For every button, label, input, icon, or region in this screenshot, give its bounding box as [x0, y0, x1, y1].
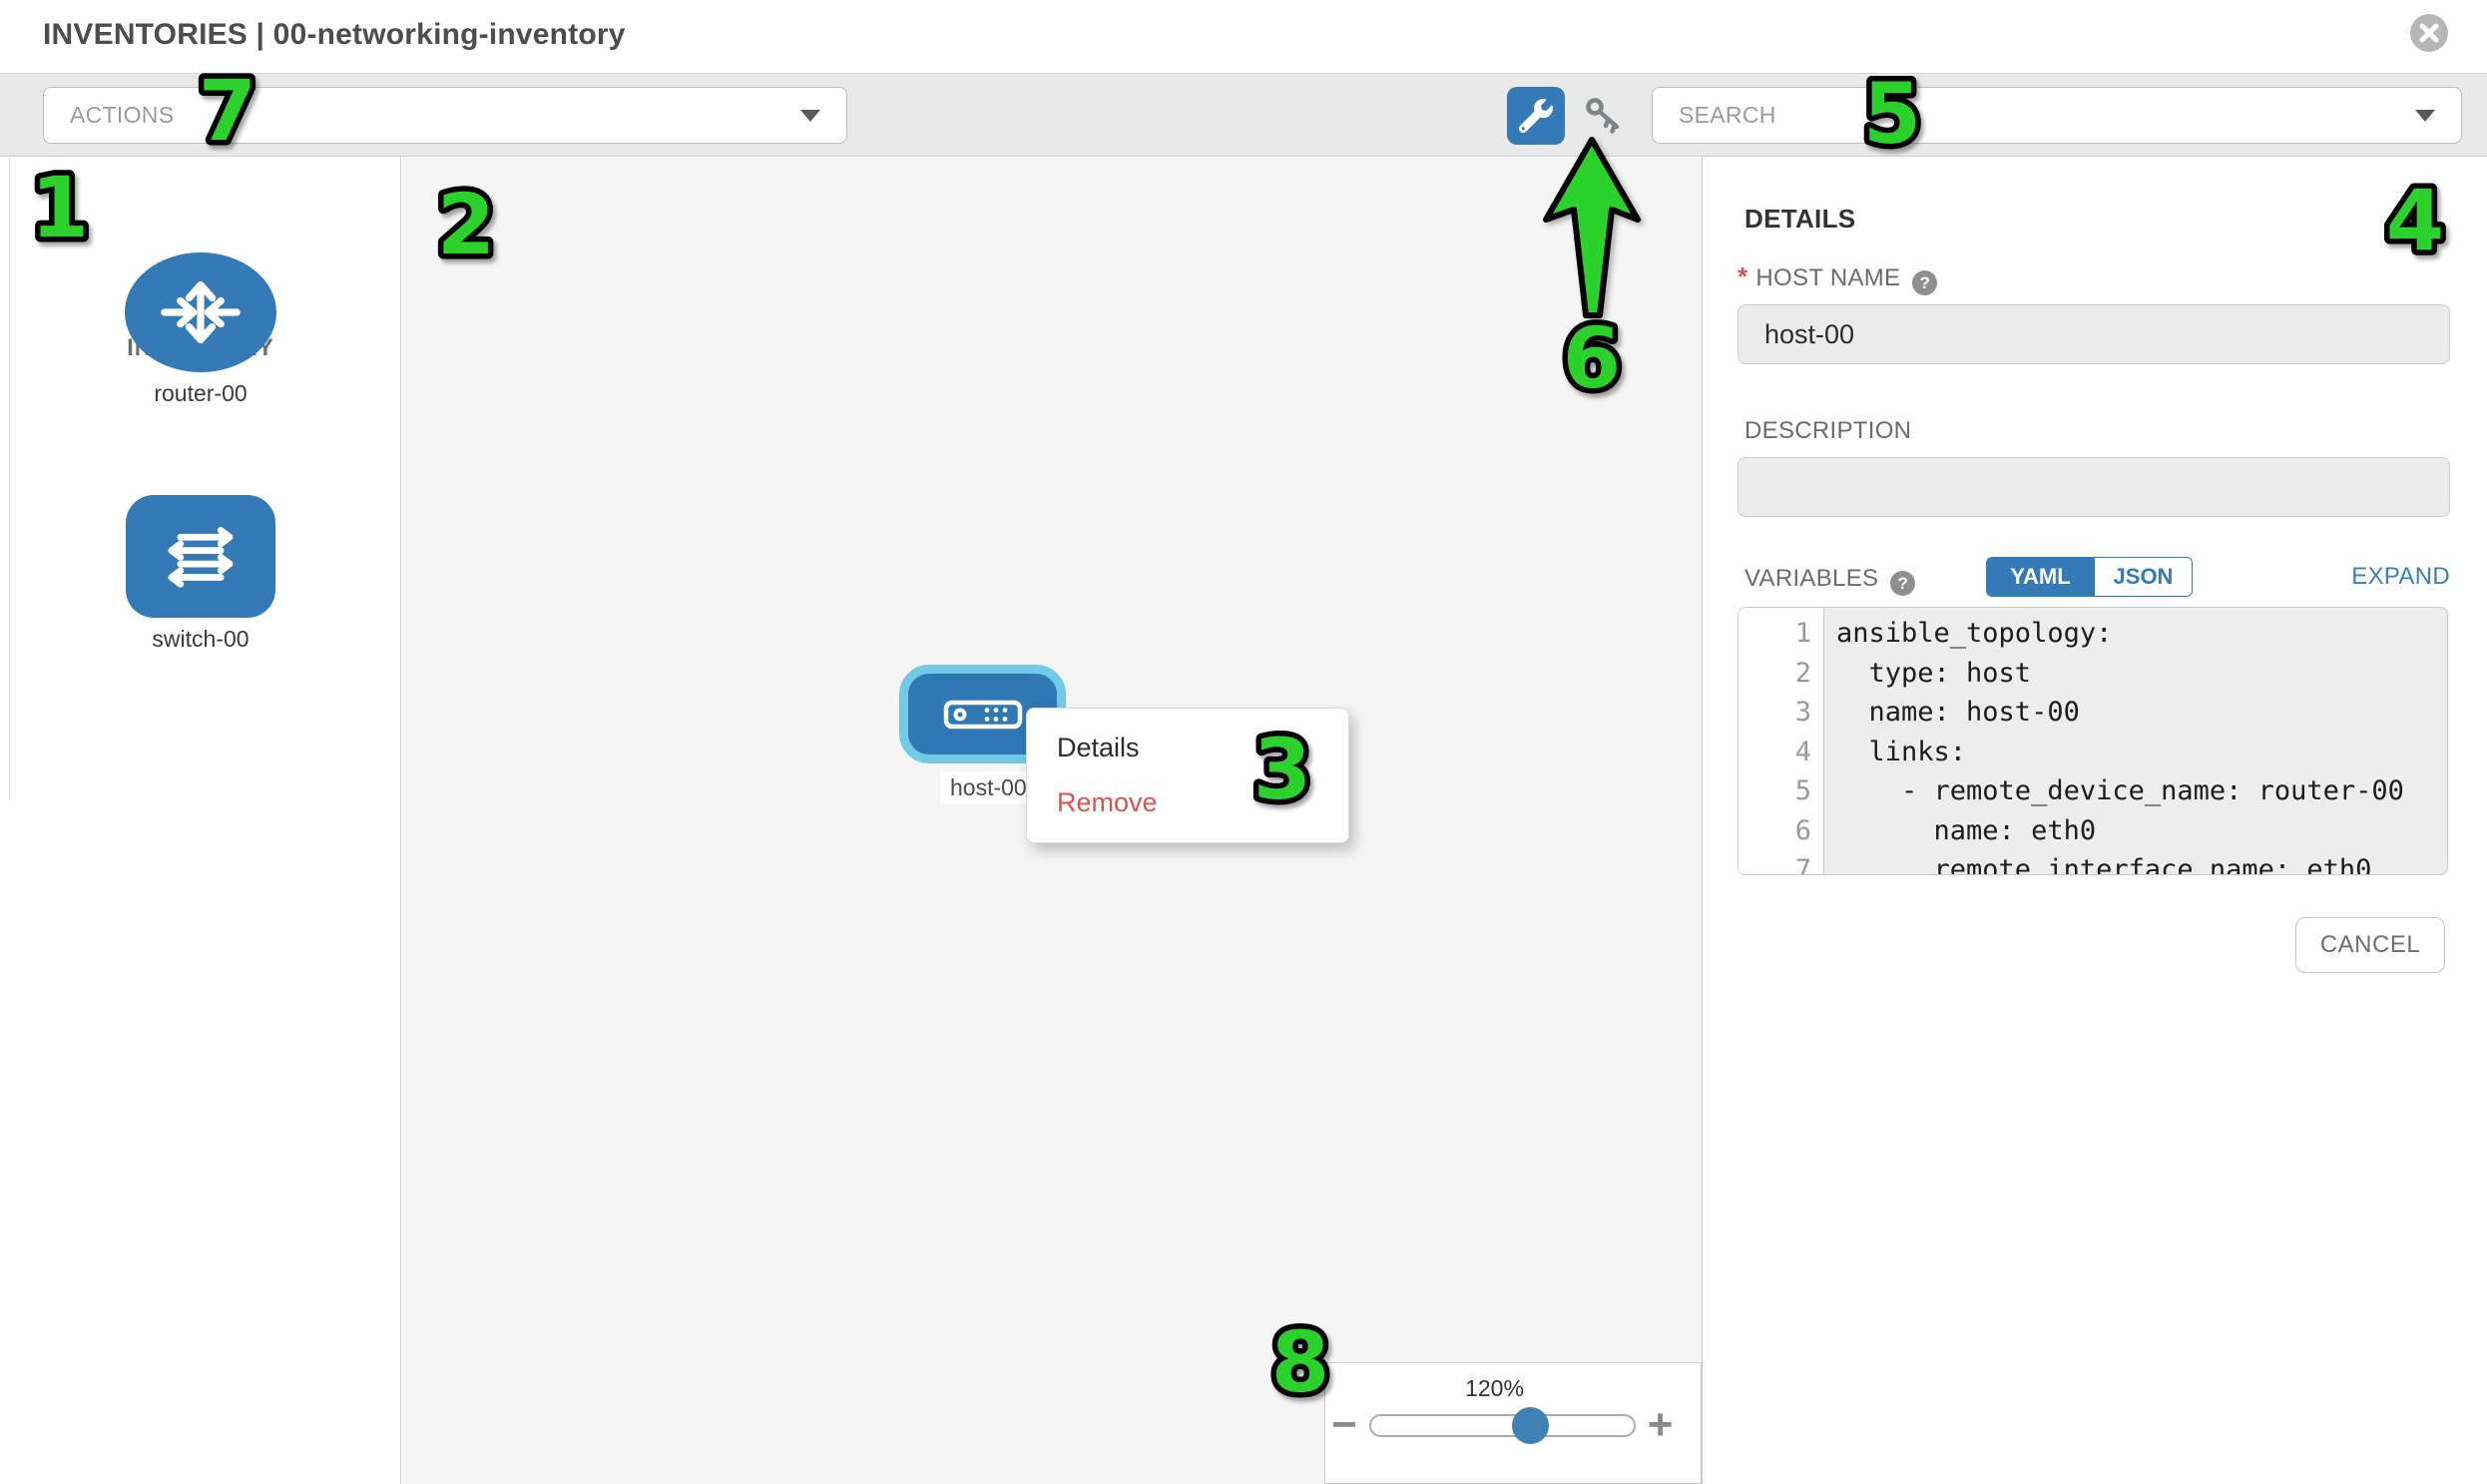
- toolbar: ACTIONS SEARCH: [0, 73, 2487, 157]
- help-icon[interactable]: ?: [1912, 270, 1937, 295]
- cancel-button[interactable]: CANCEL: [2295, 917, 2445, 973]
- wrench-icon: [1519, 99, 1553, 133]
- details-panel: DETAILS * HOST NAME? DESCRIPTION VARIABLE…: [1703, 158, 2487, 1484]
- zoom-in-button[interactable]: +: [1648, 1411, 1674, 1439]
- switch-icon: [126, 495, 275, 618]
- expand-link[interactable]: EXPAND: [2351, 563, 2450, 591]
- topology-canvas[interactable]: host-00 Details Remove 120% − +: [402, 158, 1703, 1484]
- zoom-out-button[interactable]: −: [1331, 1411, 1357, 1439]
- host-name-label-row: * HOST NAME?: [1738, 261, 1937, 295]
- close-button[interactable]: [2410, 14, 2448, 52]
- context-menu-item-details[interactable]: Details: [1027, 721, 1348, 775]
- router-icon: [125, 252, 276, 372]
- help-icon[interactable]: ?: [1890, 571, 1915, 596]
- zoom-slider-track[interactable]: [1369, 1414, 1636, 1437]
- zoom-level-value: 120%: [1361, 1375, 1628, 1402]
- code-line: 2 type: host: [1739, 654, 2447, 694]
- host-node-label: host-00: [940, 771, 1037, 804]
- inventory-sidebar: INVENTORY router-00: [0, 158, 401, 1484]
- host-icon: [943, 700, 1023, 730]
- code-line: 5 - remote_device_name: router-00: [1739, 771, 2447, 811]
- chevron-down-icon: [2415, 110, 2435, 122]
- code-line: 6 name: eth0: [1739, 811, 2447, 851]
- node-context-menu: Details Remove: [1026, 708, 1349, 843]
- page-title: INVENTORIES | 00-networking-inventory: [43, 18, 626, 52]
- search-dropdown[interactable]: SEARCH: [1652, 87, 2462, 144]
- required-asterisk: *: [1738, 261, 1747, 291]
- code-line: 4 links:: [1739, 733, 2447, 772]
- zoom-control-panel: 120% − +: [1324, 1362, 1702, 1484]
- variables-label: VARIABLES?: [1744, 565, 1915, 596]
- palette-item-router[interactable]: router-00: [0, 252, 401, 407]
- palette-item-switch[interactable]: switch-00: [0, 495, 401, 653]
- palette-item-label: switch-00: [0, 626, 401, 653]
- context-menu-item-remove[interactable]: Remove: [1027, 775, 1348, 830]
- variables-code-editor[interactable]: 1ansible_topology: 2 type: host 3 name: …: [1738, 607, 2448, 875]
- zoom-slider-thumb[interactable]: [1512, 1407, 1549, 1444]
- yaml-toggle-button[interactable]: YAML: [1987, 558, 2094, 596]
- inventory-topology-app: INVENTORIES | 00-networking-inventory AC…: [0, 0, 2487, 1484]
- search-dropdown-label: SEARCH: [1679, 102, 2415, 129]
- close-icon: [2418, 22, 2440, 44]
- actions-dropdown-label: ACTIONS: [70, 102, 800, 129]
- host-name-label: HOST NAME: [1755, 264, 1900, 291]
- key-icon: [1585, 97, 1625, 135]
- key-button[interactable]: [1583, 94, 1627, 138]
- description-input[interactable]: [1738, 457, 2450, 517]
- details-panel-title: DETAILS: [1744, 204, 1855, 235]
- palette-item-label: router-00: [0, 380, 401, 407]
- code-line: 1ansible_topology:: [1739, 614, 2447, 654]
- chevron-down-icon: [800, 110, 820, 122]
- code-line: 3 name: host-00: [1739, 693, 2447, 733]
- description-label: DESCRIPTION: [1744, 417, 1911, 445]
- toolbox-wrench-button[interactable]: [1507, 87, 1565, 145]
- variables-row: VARIABLES? YAML JSON EXPAND: [1744, 557, 2450, 599]
- variables-format-toggle: YAML JSON: [1986, 557, 2193, 597]
- header-bar: INVENTORIES | 00-networking-inventory: [0, 0, 2487, 73]
- json-toggle-button[interactable]: JSON: [2094, 558, 2192, 596]
- host-name-input[interactable]: [1738, 304, 2450, 364]
- actions-dropdown[interactable]: ACTIONS: [43, 87, 847, 144]
- code-line: 7 remote_interface_name: eth0: [1739, 850, 2447, 875]
